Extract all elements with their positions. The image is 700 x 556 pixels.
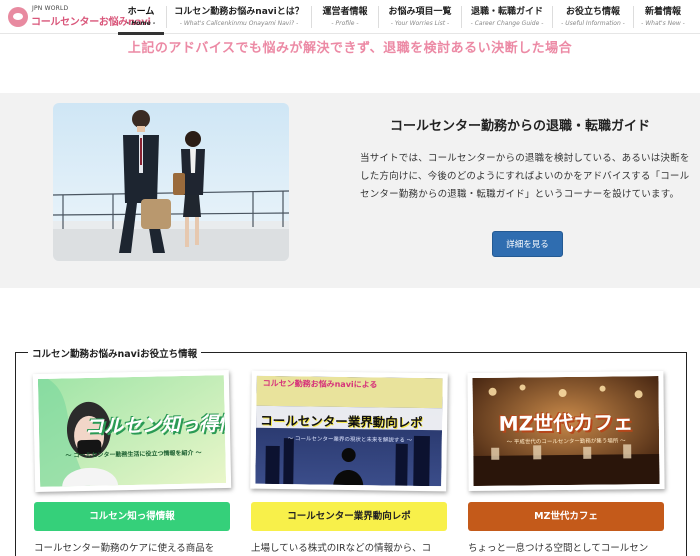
nav-item-home[interactable]: ホーム - Home -: [116, 0, 166, 35]
nav-sublabel: - What's New -: [641, 20, 685, 27]
logo-small-text: JPN WORLD: [32, 5, 69, 12]
business-people-illustration: [53, 103, 289, 261]
nav-sublabel: - Home -: [126, 20, 156, 27]
nav-sublabel: - Useful Information -: [561, 20, 625, 27]
industry-report-description: 上場している株式のIRなどの情報から、コ: [251, 543, 432, 554]
nav-label: お役立ち情報: [565, 7, 620, 17]
career-guide-description: 当サイトでは、コールセンターからの退職を検討している、あるいは決断をした方向けに…: [360, 153, 690, 200]
nav-label: 運営者情報: [322, 7, 368, 17]
nav-item-profile[interactable]: 運営者情報 - Profile -: [312, 0, 378, 34]
global-nav: ホーム - Home - コルセン勤務お悩みnaviとは？ - What's C…: [116, 0, 692, 35]
industry-report-button[interactable]: コールセンター業界動向レポ: [251, 502, 447, 531]
nav-label: お悩み項目一覧: [388, 7, 452, 17]
section-heading: 上記のアドバイスでも悩みが解決できず、退職を検討あるい決断した場合: [127, 41, 573, 56]
nav-label: ホーム: [127, 7, 155, 17]
nav-label: コルセン勤務お悩みnaviとは？: [174, 7, 304, 17]
nav-item-about[interactable]: コルセン勤務お悩みnaviとは？ - What's Callcenkinmu O…: [167, 0, 311, 34]
tips-button[interactable]: コルセン知っ得情報: [34, 502, 230, 531]
nav-sublabel: - Your Worries List -: [390, 20, 450, 27]
nav-sublabel: - Profile -: [331, 20, 359, 27]
industry-banner-kicker: コルセン勤務お悩みnaviによる: [262, 378, 378, 390]
mz-cafe-button[interactable]: MZ世代カフェ: [468, 502, 664, 531]
card-banner-mz-cafe[interactable]: MZ世代カフェ ～ 平成世代のコールセンター勤務が集う場所 ～: [467, 370, 665, 492]
nav-item-career-guide[interactable]: 退職・転職ガイド - Career Change Guide -: [462, 0, 552, 34]
nav-item-whats-new[interactable]: 新着情報 - What's New -: [634, 0, 692, 34]
nav-sublabel: - What's Callcenkinmu Onayami Navi? -: [179, 20, 299, 27]
tips-description: コールセンター勤務のケアに使える商品を: [34, 543, 215, 554]
nav-item-useful-info[interactable]: お役立ち情報 - Useful Information -: [553, 0, 633, 34]
nav-item-worries[interactable]: お悩み項目一覧 - Your Worries List -: [379, 0, 461, 34]
card-banner-tips[interactable]: コルセン知っ得情報 ～ コールセンター勤務生活に役立つ情報を紹介 ～: [32, 369, 232, 493]
cafe-banner-title: MZ世代カフェ: [498, 410, 634, 436]
mz-cafe-description: ちょっと一息つける空間としてコールセン: [468, 543, 649, 554]
nav-label: 新着情報: [644, 7, 681, 17]
industry-banner-illustration: [255, 375, 443, 487]
career-guide-title: コールセンター勤務からの退職・転職ガイド: [389, 119, 650, 134]
view-details-button[interactable]: 詳細を見る: [492, 231, 563, 257]
industry-banner-title: コールセンター業界動向レポ: [260, 412, 423, 431]
site-header: JPN WORLD コールセンターお悩みnavi ホーム - Home - コル…: [0, 0, 700, 35]
business-people-photo: [53, 103, 289, 261]
site-logo[interactable]: JPN WORLD コールセンターお悩みnavi: [8, 5, 151, 29]
card-banner-industry-report[interactable]: コルセン勤務お悩みnaviによる コールセンター業界動向レポ ～ コールセンター…: [250, 370, 448, 492]
useful-info-title: コルセン勤務お悩みnaviお役立ち情報: [28, 346, 202, 360]
tips-banner-title: コルセン知っ得情報: [84, 412, 227, 438]
nav-label: 退職・転職ガイド: [470, 7, 543, 17]
nav-sublabel: - Career Change Guide -: [470, 20, 544, 27]
logo-mark-icon: [8, 7, 28, 27]
